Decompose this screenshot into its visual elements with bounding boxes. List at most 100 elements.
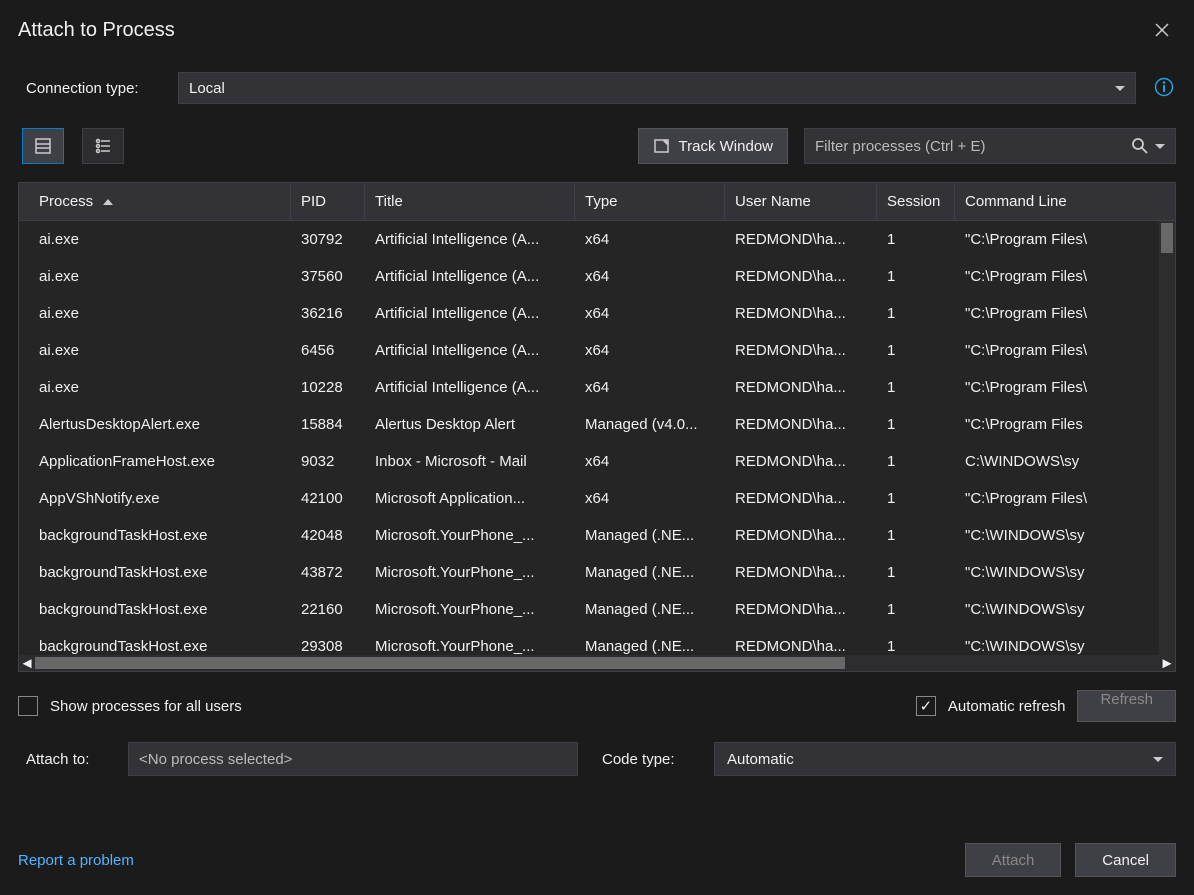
table-row[interactable]: ai.exe37560Artificial Intelligence (A...…: [19, 258, 1175, 295]
cell-user: REDMOND\ha...: [725, 305, 877, 322]
cell-process: ai.exe: [19, 231, 291, 248]
cell-user: REDMOND\ha...: [725, 231, 877, 248]
cell-user: REDMOND\ha...: [725, 638, 877, 655]
cell-title: Artificial Intelligence (A...: [365, 231, 575, 248]
scroll-right-icon[interactable]: ►: [1159, 655, 1175, 671]
chevron-down-icon: [1155, 144, 1165, 149]
scrollbar-thumb[interactable]: [1161, 223, 1173, 253]
show-all-users-label: Show processes for all users: [50, 698, 242, 715]
table-row[interactable]: ai.exe36216Artificial Intelligence (A...…: [19, 295, 1175, 332]
vertical-scrollbar[interactable]: [1159, 221, 1175, 655]
column-title[interactable]: Title: [365, 183, 575, 220]
grid-header: Process PID Title Type User Name Session…: [19, 183, 1175, 221]
table-row[interactable]: AppVShNotify.exe42100Microsoft Applicati…: [19, 480, 1175, 517]
cell-type: Managed (v4.0...: [575, 416, 725, 433]
connection-type-label: Connection type:: [18, 80, 178, 97]
cell-user: REDMOND\ha...: [725, 342, 877, 359]
cancel-button[interactable]: Cancel: [1075, 843, 1176, 877]
cell-title: Artificial Intelligence (A...: [365, 379, 575, 396]
cell-type: Managed (.NE...: [575, 564, 725, 581]
filter-input[interactable]: [815, 138, 1131, 155]
info-icon: [1154, 77, 1174, 97]
attach-row: Attach to: <No process selected> Code ty…: [18, 742, 1176, 776]
tree-icon: [94, 137, 112, 155]
cell-command-line: "C:\WINDOWS\sy: [955, 527, 1175, 544]
code-type-select[interactable]: Automatic: [714, 742, 1176, 776]
cell-process: ai.exe: [19, 342, 291, 359]
view-toggle-group: [22, 128, 124, 164]
table-row[interactable]: backgroundTaskHost.exe29308Microsoft.You…: [19, 628, 1175, 655]
attach-to-field[interactable]: <No process selected>: [128, 742, 578, 776]
table-row[interactable]: ai.exe30792Artificial Intelligence (A...…: [19, 221, 1175, 258]
search-icon: [1131, 137, 1149, 155]
code-type-label: Code type:: [602, 751, 714, 768]
track-window-button[interactable]: Track Window: [638, 128, 788, 164]
table-row[interactable]: ai.exe10228Artificial Intelligence (A...…: [19, 369, 1175, 406]
cell-session: 1: [877, 527, 955, 544]
cell-session: 1: [877, 305, 955, 322]
column-command-line[interactable]: Command Line: [955, 183, 1175, 220]
connection-row: Connection type: Local: [18, 72, 1176, 104]
cell-pid: 6456: [291, 342, 365, 359]
show-all-users-checkbox[interactable]: [18, 696, 38, 716]
cell-session: 1: [877, 564, 955, 581]
titlebar: Attach to Process: [18, 16, 1176, 44]
view-flat-button[interactable]: [22, 128, 64, 164]
cell-pid: 10228: [291, 379, 365, 396]
automatic-refresh-checkbox[interactable]: [916, 696, 936, 716]
cell-title: Microsoft.YourPhone_...: [365, 527, 575, 544]
cell-session: 1: [877, 416, 955, 433]
chevron-down-icon: [1115, 86, 1125, 91]
column-process[interactable]: Process: [19, 183, 291, 220]
table-row[interactable]: AlertusDesktopAlert.exe15884Alertus Desk…: [19, 406, 1175, 443]
cell-process: AppVShNotify.exe: [19, 490, 291, 507]
cell-title: Microsoft Application...: [365, 490, 575, 507]
scroll-left-icon[interactable]: ◄: [19, 655, 35, 671]
horizontal-scrollbar[interactable]: ◄ ►: [19, 655, 1175, 671]
table-row[interactable]: backgroundTaskHost.exe22160Microsoft.You…: [19, 591, 1175, 628]
list-icon: [34, 137, 52, 155]
connection-type-select[interactable]: Local: [178, 72, 1136, 104]
cell-user: REDMOND\ha...: [725, 416, 877, 433]
view-tree-button[interactable]: [82, 128, 124, 164]
column-user[interactable]: User Name: [725, 183, 877, 220]
scrollbar-thumb[interactable]: [35, 657, 845, 669]
cell-user: REDMOND\ha...: [725, 490, 877, 507]
close-button[interactable]: [1148, 16, 1176, 44]
connection-info-button[interactable]: [1154, 77, 1176, 99]
grid-body[interactable]: ai.exe30792Artificial Intelligence (A...…: [19, 221, 1175, 655]
filter-processes-field[interactable]: [804, 128, 1176, 164]
cell-session: 1: [877, 490, 955, 507]
options-row: Show processes for all users Automatic r…: [18, 690, 1176, 722]
attach-button[interactable]: Attach: [965, 843, 1062, 877]
refresh-button[interactable]: Refresh: [1077, 690, 1176, 722]
table-row[interactable]: ApplicationFrameHost.exe9032Inbox - Micr…: [19, 443, 1175, 480]
column-session[interactable]: Session: [877, 183, 955, 220]
close-icon: [1155, 23, 1169, 37]
table-row[interactable]: backgroundTaskHost.exe43872Microsoft.You…: [19, 554, 1175, 591]
cell-command-line: "C:\Program Files: [955, 416, 1175, 433]
cell-process: backgroundTaskHost.exe: [19, 527, 291, 544]
column-type[interactable]: Type: [575, 183, 725, 220]
cell-session: 1: [877, 638, 955, 655]
report-problem-link[interactable]: Report a problem: [18, 852, 134, 869]
chevron-down-icon: [1153, 757, 1163, 762]
cell-type: x64: [575, 379, 725, 396]
column-pid[interactable]: PID: [291, 183, 365, 220]
cell-type: x64: [575, 231, 725, 248]
cell-command-line: "C:\Program Files\: [955, 379, 1175, 396]
table-row[interactable]: backgroundTaskHost.exe42048Microsoft.You…: [19, 517, 1175, 554]
automatic-refresh-label: Automatic refresh: [948, 698, 1066, 715]
cell-command-line: "C:\Program Files\: [955, 305, 1175, 322]
target-icon: [653, 137, 671, 155]
cell-pid: 43872: [291, 564, 365, 581]
cell-pid: 30792: [291, 231, 365, 248]
table-row[interactable]: ai.exe6456Artificial Intelligence (A...x…: [19, 332, 1175, 369]
cell-session: 1: [877, 342, 955, 359]
cell-user: REDMOND\ha...: [725, 527, 877, 544]
cell-title: Microsoft.YourPhone_...: [365, 564, 575, 581]
cell-type: Managed (.NE...: [575, 601, 725, 618]
cell-process: backgroundTaskHost.exe: [19, 638, 291, 655]
cell-type: x64: [575, 342, 725, 359]
cell-process: backgroundTaskHost.exe: [19, 601, 291, 618]
